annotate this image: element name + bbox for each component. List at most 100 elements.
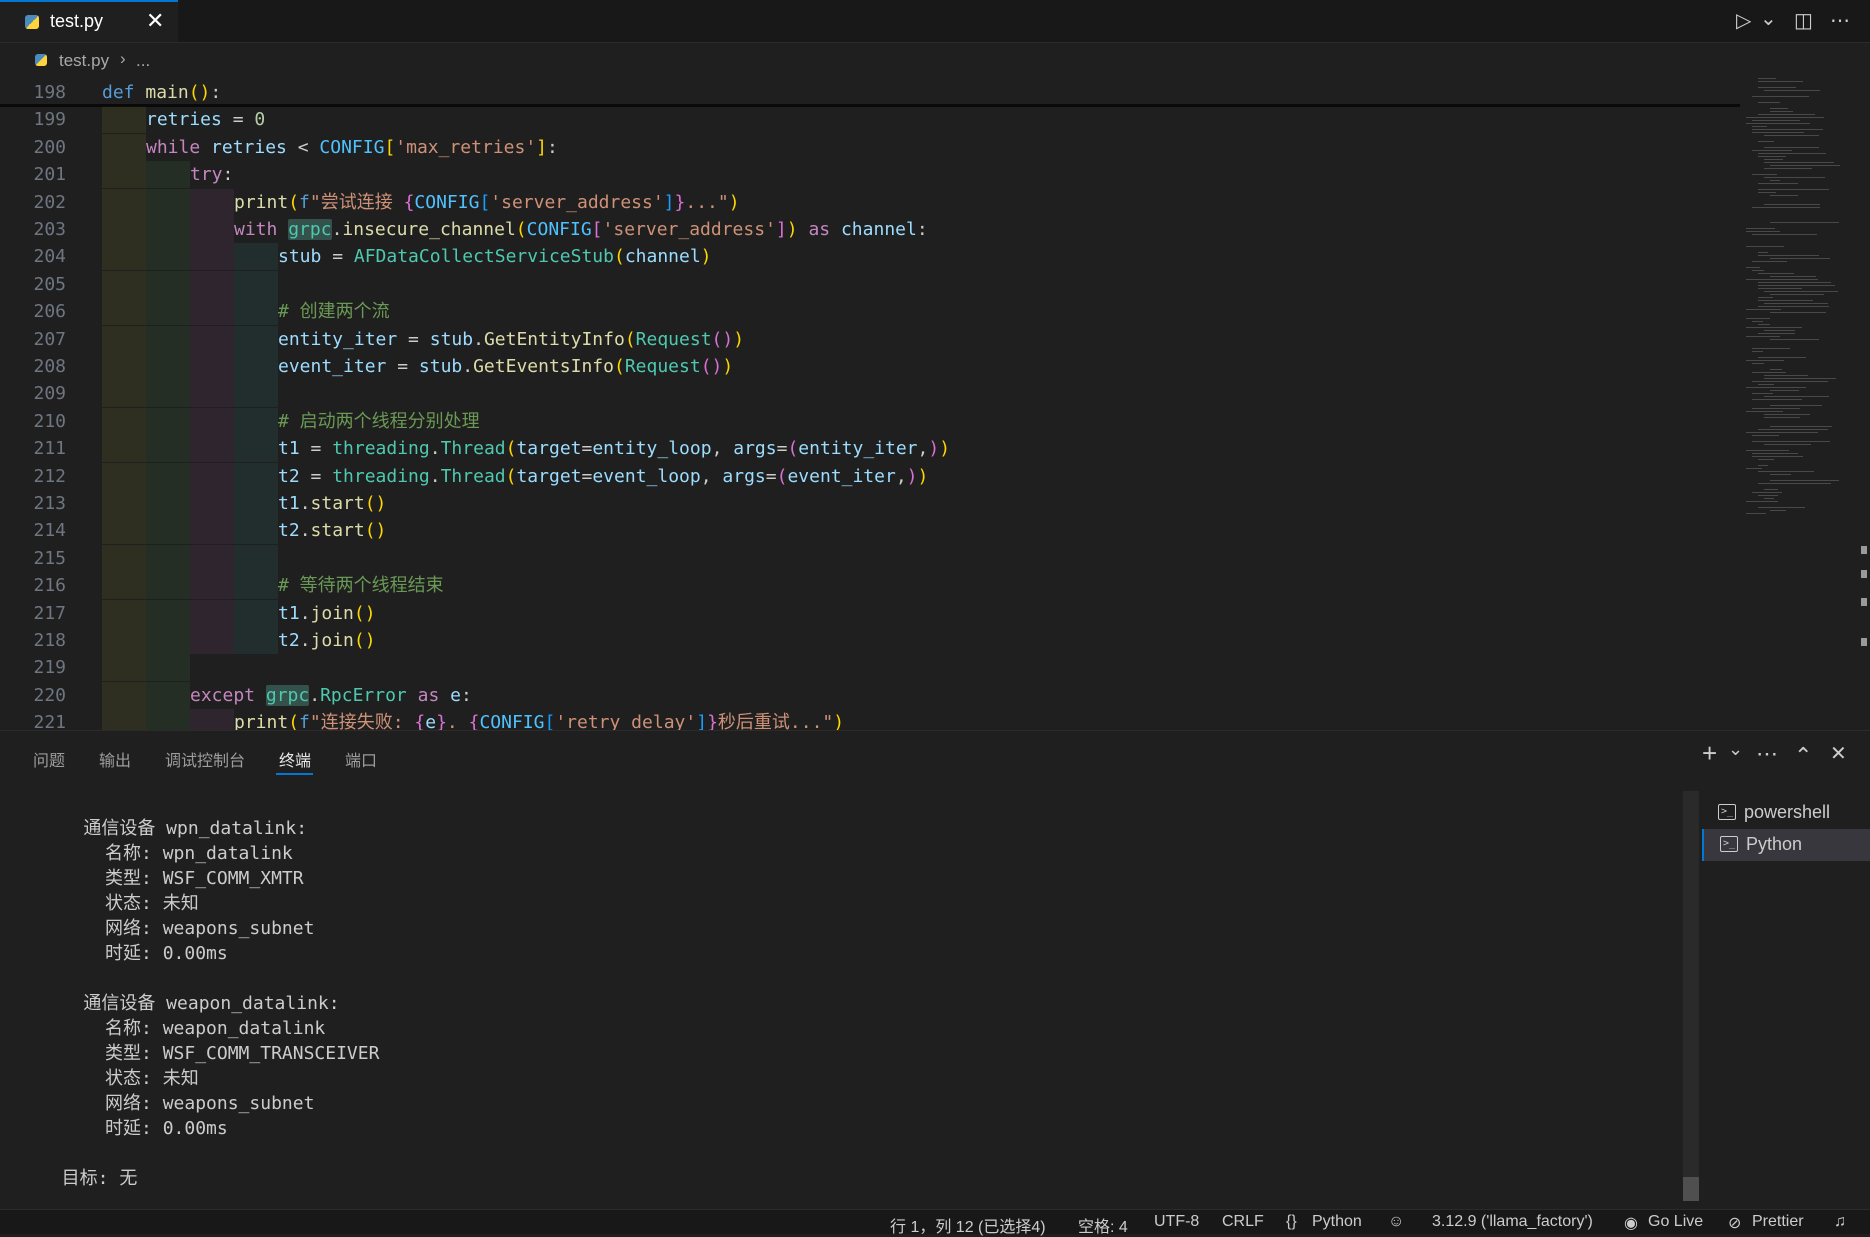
code-line[interactable]: 216 # 等待两个线程结束	[0, 572, 1740, 600]
run-menu-chevron-icon[interactable]: ⌄	[1760, 6, 1777, 31]
code-line[interactable]: 198 def main():	[0, 79, 1740, 106]
code-line[interactable]: 215	[0, 544, 1740, 572]
maximize-panel-icon[interactable]: ⌃	[1794, 743, 1812, 769]
minimap-line	[1746, 432, 1818, 433]
code-line[interactable]: 209	[0, 380, 1740, 408]
line-number: 214	[33, 520, 66, 542]
split-editor-icon[interactable]: ◫	[1794, 8, 1813, 33]
language-mode[interactable]: Python	[1312, 1213, 1362, 1231]
notifications-bell-icon[interactable]: ♫	[1834, 1213, 1846, 1231]
code-line[interactable]: 202 print(f"尝试连接 {CONFIG['server_address'…	[0, 188, 1740, 216]
tab-test-py[interactable]: test.py ✕	[0, 0, 178, 42]
minimap-line	[1764, 204, 1820, 205]
code-line[interactable]: 217 t1.join()	[0, 599, 1740, 627]
encoding[interactable]: UTF-8	[1154, 1213, 1199, 1231]
code-line[interactable]: 204 stub = AFDataCollectServiceStub(chann…	[0, 243, 1740, 271]
close-icon[interactable]: ✕	[146, 8, 164, 34]
minimap-line	[1752, 435, 1779, 436]
minimap-line	[1758, 429, 1828, 430]
tab-problems[interactable]: 问题	[33, 747, 65, 771]
code-line[interactable]: 205	[0, 270, 1740, 298]
code-line[interactable]: 214 t2.start()	[0, 517, 1740, 545]
tab-debug-console[interactable]: 调试控制台	[165, 747, 245, 771]
minimap-line	[1764, 303, 1828, 304]
minimap[interactable]	[1742, 78, 1860, 730]
minimap-line	[1758, 300, 1813, 301]
tab-ports[interactable]: 端口	[345, 747, 377, 771]
code-line[interactable]: 220 except grpc.RpcError as e:	[0, 681, 1740, 709]
minimap-line	[1758, 285, 1835, 286]
indent-guide	[146, 709, 190, 730]
line-ending[interactable]: CRLF	[1222, 1213, 1264, 1231]
code-line[interactable]: 210 # 启动两个线程分别处理	[0, 407, 1740, 435]
copilot-icon[interactable]: ☺	[1388, 1213, 1404, 1231]
code-line[interactable]: 218 t2.join()	[0, 627, 1740, 654]
minimap-line	[1752, 399, 1802, 400]
line-number: 206	[33, 301, 66, 323]
indent-guide	[102, 353, 146, 380]
code-line[interactable]: 212 t2 = threading.Thread(target=event_lo…	[0, 462, 1740, 490]
code-text: entity_iter = stub.GetEntityInfo(Request…	[278, 328, 745, 350]
minimap-line	[1746, 450, 1789, 451]
python-interpreter[interactable]: 3.12.9 ('llama_factory')	[1432, 1213, 1593, 1231]
prettier-button[interactable]: Prettier	[1752, 1213, 1804, 1231]
run-icon[interactable]: ▷	[1736, 8, 1751, 33]
code-editor[interactable]: 198 def main(): 199 retries = 0 200 while ret…	[0, 78, 1740, 730]
code-line[interactable]: 211 t1 = threading.Thread(target=entity_l…	[0, 435, 1740, 463]
go-live-button[interactable]: Go Live	[1648, 1213, 1703, 1231]
tab-terminal[interactable]: 终端	[279, 747, 311, 771]
minimap-line	[1764, 444, 1811, 445]
more-actions-icon[interactable]: ⋯	[1756, 741, 1778, 767]
breadcrumb-file[interactable]: test.py	[59, 51, 109, 71]
indent-guide	[234, 298, 278, 326]
minimap-line	[1764, 396, 1829, 397]
terminal-scrollbar-thumb[interactable]	[1683, 1177, 1699, 1201]
code-text: t2.join()	[278, 630, 376, 651]
code-line[interactable]: 199 retries = 0	[0, 106, 1740, 134]
add-terminal-icon[interactable]: +	[1702, 738, 1717, 769]
minimap-line	[1758, 189, 1829, 190]
code-line[interactable]: 203 with grpc.insecure_channel(CONFIG['se…	[0, 216, 1740, 243]
indent-guide	[102, 681, 146, 709]
code-line[interactable]: 206 # 创建两个流	[0, 298, 1740, 326]
minimap-line	[1752, 408, 1800, 409]
minimap-line	[1746, 231, 1780, 232]
minimap-line	[1746, 123, 1810, 124]
scrollbar-marker	[1861, 638, 1867, 646]
minimap-line	[1758, 483, 1831, 484]
indent-guide	[190, 243, 234, 271]
indent-guide	[102, 599, 146, 627]
terminal-output[interactable]: 通信设备 wpn_datalink: 名称: wpn_datalink 类型: …	[40, 791, 1680, 1201]
close-panel-icon[interactable]: ✕	[1830, 741, 1847, 766]
terminal-scrollbar[interactable]	[1683, 791, 1699, 1201]
terminal-icon: >_	[1718, 804, 1736, 820]
terminal-menu-chevron-icon[interactable]: ⌄	[1728, 739, 1743, 760]
line-number: 212	[33, 465, 66, 487]
code-line[interactable]: 200 while retries < CONFIG['max_retries']…	[0, 133, 1740, 161]
minimap-line	[1746, 228, 1775, 229]
minimap-line	[1770, 480, 1839, 481]
indent-guide	[146, 161, 190, 189]
terminal-line: 名称: weapon_datalink	[40, 1018, 326, 1039]
minimap-line	[1752, 174, 1777, 175]
indentation[interactable]: 空格: 4	[1078, 1213, 1128, 1237]
indent-guide	[102, 572, 146, 600]
terminal-item-python[interactable]: >_ Python	[1702, 829, 1870, 861]
cursor-position[interactable]: 行 1，列 12 (已选择4)	[890, 1213, 1046, 1237]
code-line[interactable]: 221 print(f"连接失败: {e}. {CONFIG['retry_del…	[0, 709, 1740, 730]
terminal-item-powershell[interactable]: >_ powershell	[1702, 797, 1870, 829]
python-file-icon	[25, 15, 39, 29]
code-line[interactable]: 219	[0, 654, 1740, 682]
editor-scrollbar[interactable]	[1860, 78, 1870, 730]
more-actions-icon[interactable]: ⋯	[1830, 8, 1850, 33]
code-line[interactable]: 207 entity_iter = stub.GetEntityInfo(Requ…	[0, 325, 1740, 353]
breadcrumb-symbol[interactable]: ...	[136, 51, 150, 71]
tab-output[interactable]: 输出	[99, 747, 131, 771]
indent-guide	[190, 599, 234, 627]
code-line[interactable]: 208 event_iter = stub.GetEventsInfo(Reque…	[0, 353, 1740, 380]
code-line[interactable]: 201 try:	[0, 161, 1740, 189]
minimap-line	[1764, 291, 1838, 292]
scrollbar-marker	[1861, 598, 1867, 606]
code-line[interactable]: 213 t1.start()	[0, 490, 1740, 517]
line-number: 208	[33, 356, 66, 377]
